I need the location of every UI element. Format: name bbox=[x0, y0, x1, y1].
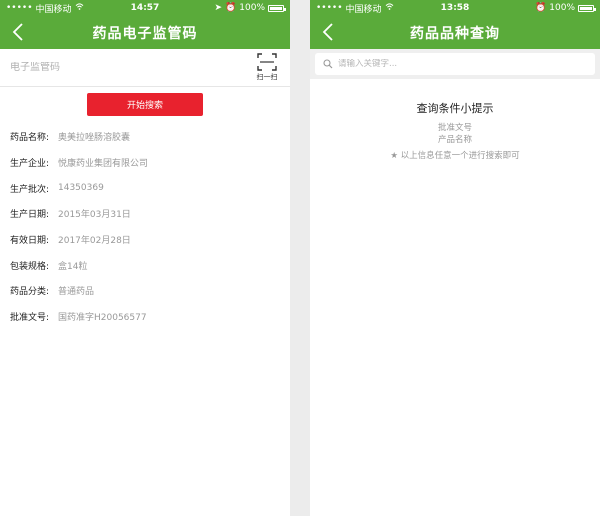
status-left: ••••• 中国移动 bbox=[6, 2, 84, 15]
phone-supervision-code: ••••• 中国移动 14:57 ➤ ⏰ 100% 药品电子监管码 电子监管码 … bbox=[0, 0, 290, 516]
search-icon bbox=[323, 59, 333, 69]
info-value: 14350369 bbox=[58, 183, 104, 194]
screenshot-stage: ••••• 中国移动 14:57 ➤ ⏰ 100% 药品电子监管码 电子监管码 … bbox=[0, 0, 600, 516]
tips-note: ★ 以上信息任意一个进行搜索即可 bbox=[390, 151, 520, 161]
scan-button[interactable]: 扫一扫 bbox=[254, 53, 280, 82]
info-label: 生产日期: bbox=[10, 210, 50, 221]
info-value: 普通药品 bbox=[58, 287, 95, 298]
info-label: 生产企业: bbox=[10, 159, 50, 170]
battery-percent: 100% bbox=[239, 3, 265, 13]
page-title: 药品品种查询 bbox=[410, 25, 500, 42]
info-label: 药品分类: bbox=[10, 287, 50, 298]
alarm-icon: ⏰ bbox=[535, 3, 547, 13]
info-row-manufacturer: 生产企业: 悦康药业集团有限公司 bbox=[10, 150, 280, 176]
status-bar: ••••• 中国移动 14:57 ➤ ⏰ 100% bbox=[0, 0, 290, 16]
wifi-icon bbox=[385, 3, 394, 13]
status-right: ➤ ⏰ 100% bbox=[214, 3, 286, 13]
alarm-icon: ⏰ bbox=[225, 3, 237, 13]
status-bar: ••••• 中国移动 13:58 ⏰ 100% bbox=[310, 0, 600, 16]
status-right: ⏰ 100% bbox=[535, 3, 596, 13]
info-label: 包装规格: bbox=[10, 261, 50, 272]
info-row-package: 包装规格: 盒14粒 bbox=[10, 252, 280, 278]
carrier-label: 中国移动 bbox=[345, 4, 382, 15]
info-row-expiry-date: 有效日期: 2017年02月28日 bbox=[10, 227, 280, 253]
back-icon[interactable] bbox=[12, 23, 32, 43]
status-left: ••••• 中国移动 bbox=[316, 2, 394, 15]
signal-icon: ••••• bbox=[316, 3, 343, 13]
info-label: 生产批次: bbox=[10, 184, 50, 195]
scan-label: 扫一扫 bbox=[256, 73, 278, 81]
info-value: 盒14粒 bbox=[58, 261, 88, 272]
info-row-approval-number: 批准文号: 国药准字H20056577 bbox=[10, 304, 280, 330]
info-value: 奥美拉唑肠溶胶囊 bbox=[58, 133, 131, 144]
location-icon: ➤ bbox=[214, 3, 223, 13]
scan-icon bbox=[257, 53, 277, 71]
info-value: 2015年03月31日 bbox=[58, 210, 131, 221]
info-row-production-date: 生产日期: 2015年03月31日 bbox=[10, 201, 280, 227]
nav-bar: 药品电子监管码 bbox=[0, 16, 290, 49]
page-title: 药品电子监管码 bbox=[92, 25, 198, 42]
info-label: 有效日期: bbox=[10, 236, 50, 247]
drug-info-list: 药品名称: 奥美拉唑肠溶胶囊 生产企业: 悦康药业集团有限公司 生产批次: 14… bbox=[0, 124, 290, 330]
info-value: 2017年02月28日 bbox=[58, 236, 131, 247]
search-box bbox=[315, 53, 595, 75]
search-bar bbox=[310, 49, 600, 79]
search-tips: 查询条件小提示 批准文号 产品名称 ★ 以上信息任意一个进行搜索即可 bbox=[310, 100, 600, 161]
tips-line: 产品名称 bbox=[437, 135, 472, 145]
signal-icon: ••••• bbox=[6, 3, 33, 13]
info-row-name: 药品名称: 奥美拉唑肠溶胶囊 bbox=[10, 124, 280, 150]
supervision-code-input[interactable] bbox=[10, 62, 254, 73]
back-icon[interactable] bbox=[322, 23, 342, 43]
info-label: 药品名称: bbox=[10, 133, 50, 144]
wifi-icon bbox=[75, 3, 84, 13]
battery-percent: 100% bbox=[549, 3, 575, 13]
battery-icon bbox=[578, 4, 596, 12]
info-row-batch: 生产批次: 14350369 bbox=[10, 175, 280, 201]
start-search-button[interactable]: 开始搜索 bbox=[87, 93, 203, 116]
keyword-search-input[interactable] bbox=[338, 59, 587, 69]
tips-title: 查询条件小提示 bbox=[416, 102, 494, 115]
info-label: 批准文号: bbox=[10, 313, 50, 324]
code-input-row: 扫一扫 bbox=[0, 49, 290, 87]
info-row-category: 药品分类: 普通药品 bbox=[10, 278, 280, 304]
tips-line: 批准文号 bbox=[437, 123, 472, 133]
nav-bar: 药品品种查询 bbox=[310, 16, 600, 49]
battery-icon bbox=[268, 4, 286, 12]
carrier-label: 中国移动 bbox=[35, 4, 72, 15]
info-value: 国药准字H20056577 bbox=[58, 313, 147, 324]
phone-drug-variety-search: ••••• 中国移动 13:58 ⏰ 100% 药品品种查询 请输入关键字...… bbox=[310, 0, 600, 516]
info-value: 悦康药业集团有限公司 bbox=[58, 159, 149, 170]
